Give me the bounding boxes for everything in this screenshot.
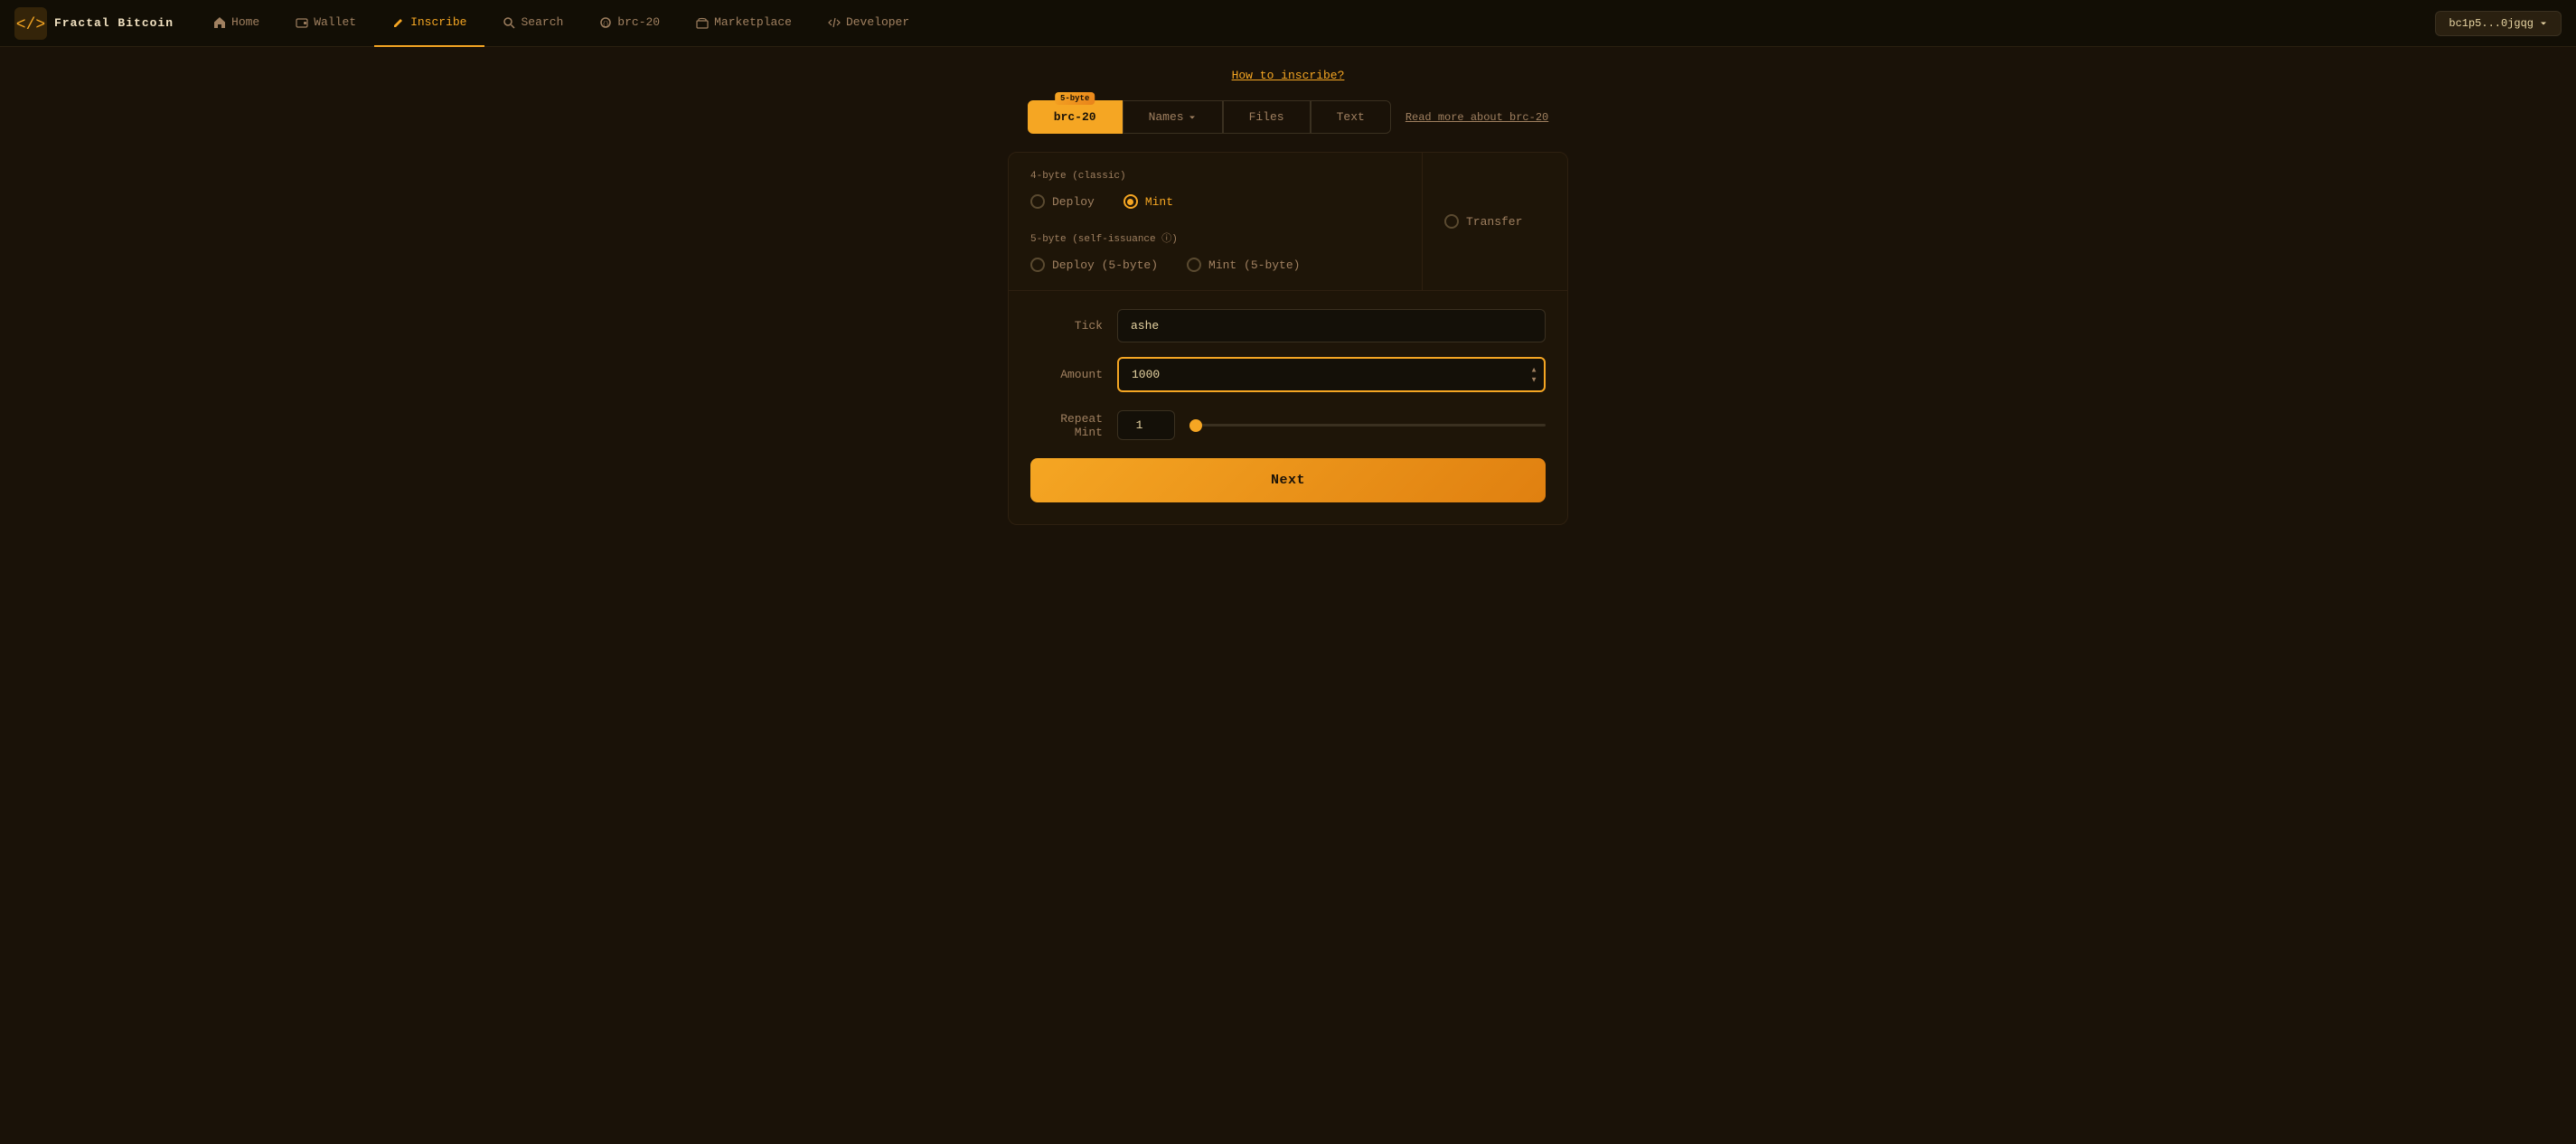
fields-section: Tick Amount ▲ ▼ — [1009, 291, 1567, 410]
transfer-radio-circle — [1444, 214, 1459, 229]
repeat-slider-wrap — [1189, 424, 1546, 427]
tabs-row: 5-byte brc-20 Names Files Text Read more… — [1028, 100, 1549, 134]
chevron-down-icon — [1188, 113, 1197, 122]
wallet-icon — [296, 16, 308, 29]
logo-icon: </> — [14, 7, 47, 40]
tab-files[interactable]: Files — [1223, 100, 1311, 134]
5byte-label: 5-byte (self-issuance ⓘ) — [1030, 230, 1400, 245]
operation-section: 4-byte (classic) Deploy Mint 5-byte (sel — [1009, 153, 1567, 290]
mint5-radio-circle — [1187, 258, 1201, 272]
amount-label: Amount — [1030, 368, 1103, 381]
deploy5-radio-circle — [1030, 258, 1045, 272]
wallet-address-button[interactable]: bc1p5...0jgqg — [2435, 11, 2562, 36]
main-content: How to inscribe? 5-byte brc-20 Names Fil… — [0, 47, 2576, 579]
nav-developer[interactable]: Developer — [810, 0, 927, 47]
mint-radio-dot — [1127, 199, 1133, 205]
home-icon — [213, 16, 226, 29]
read-more-brc20-link[interactable]: Read more about brc-20 — [1406, 111, 1548, 124]
deploy-option[interactable]: Deploy — [1030, 194, 1095, 209]
nav-wallet[interactable]: Wallet — [277, 0, 374, 47]
nav-inscribe[interactable]: Inscribe — [374, 0, 484, 47]
logo-text: Fractal Bitcoin — [54, 16, 174, 30]
nav-search[interactable]: Search — [484, 0, 581, 47]
tab-names[interactable]: Names — [1123, 100, 1223, 134]
mint-option[interactable]: Mint — [1123, 194, 1173, 209]
tick-label: Tick — [1030, 319, 1103, 333]
search-icon — [503, 16, 515, 29]
classic-section: 4-byte (classic) Deploy Mint 5-byte (sel — [1009, 153, 1423, 290]
tab-text[interactable]: Text — [1311, 100, 1391, 134]
tab-brc20[interactable]: 5-byte brc-20 — [1028, 100, 1123, 134]
svg-text:{}: {} — [603, 21, 609, 27]
amount-input[interactable] — [1117, 357, 1546, 392]
amount-spin-up[interactable]: ▲ — [1528, 365, 1540, 374]
nav-home[interactable]: Home — [195, 0, 277, 47]
repeat-mint-input[interactable] — [1117, 410, 1175, 440]
amount-input-wrap: ▲ ▼ — [1117, 357, 1546, 392]
transfer-section: Transfer — [1423, 153, 1567, 290]
amount-spinners: ▲ ▼ — [1528, 365, 1540, 384]
mint5-option[interactable]: Mint (5-byte) — [1187, 258, 1300, 272]
tick-input[interactable] — [1117, 309, 1546, 342]
navbar: </> Fractal Bitcoin Home Wallet Inscribe… — [0, 0, 2576, 47]
form-card: 4-byte (classic) Deploy Mint 5-byte (sel — [1008, 152, 1568, 525]
next-btn-wrap: Next — [1009, 458, 1567, 524]
marketplace-icon — [696, 16, 709, 29]
5byte-radio-group: Deploy (5-byte) Mint (5-byte) — [1030, 258, 1400, 272]
logo[interactable]: </> Fractal Bitcoin — [14, 7, 188, 40]
repeat-mint-slider[interactable] — [1189, 424, 1546, 427]
amount-row: Amount ▲ ▼ — [1030, 357, 1546, 392]
brc20-icon: {} — [599, 16, 612, 29]
nav-brc20[interactable]: {} brc-20 — [581, 0, 678, 47]
tick-row: Tick — [1030, 309, 1546, 342]
transfer-option[interactable]: Transfer — [1444, 214, 1546, 229]
nav-marketplace[interactable]: Marketplace — [678, 0, 810, 47]
tab-badge-5byte: 5-byte — [1055, 92, 1095, 105]
repeat-mint-label: Repeat Mint — [1030, 412, 1103, 439]
next-button[interactable]: Next — [1030, 458, 1546, 502]
how-to-inscribe-link[interactable]: How to inscribe? — [1232, 69, 1345, 82]
inscribe-icon — [392, 16, 405, 29]
repeat-mint-row: Repeat Mint — [1009, 410, 1567, 458]
amount-spin-down[interactable]: ▼ — [1528, 375, 1540, 384]
deploy-radio-circle — [1030, 194, 1045, 209]
classic-radio-group: Deploy Mint — [1030, 194, 1400, 209]
4byte-label: 4-byte (classic) — [1030, 171, 1400, 182]
mint-radio-circle — [1123, 194, 1138, 209]
deploy5-option[interactable]: Deploy (5-byte) — [1030, 258, 1158, 272]
developer-icon — [828, 16, 841, 29]
svg-text:</>: </> — [16, 16, 45, 34]
chevron-down-icon — [2539, 19, 2548, 28]
